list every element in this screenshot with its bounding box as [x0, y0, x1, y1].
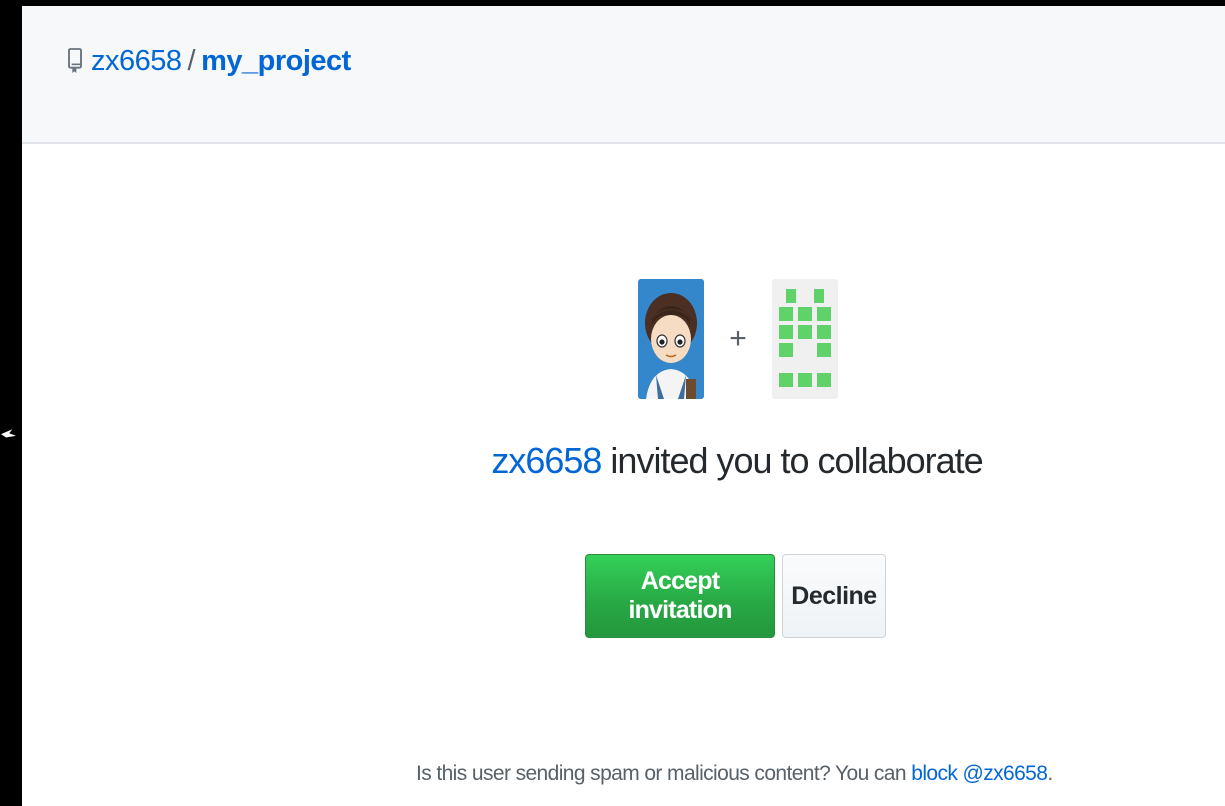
- decline-button[interactable]: Decline: [782, 554, 886, 638]
- repo-identicon: [772, 279, 838, 399]
- invitation-message: zx6658 invited you to collaborate: [22, 440, 1225, 482]
- invitation-actions: Accept invitation Decline: [585, 554, 886, 638]
- repo-link[interactable]: my_project: [201, 44, 351, 78]
- spam-note-suffix: .: [1047, 762, 1053, 785]
- page: zx6658 / my_project + zx6658 invited you…: [22, 6, 1225, 806]
- inviter-link[interactable]: zx6658: [491, 440, 602, 481]
- breadcrumb: zx6658 / my_project: [67, 44, 351, 78]
- avatar-pair: +: [638, 279, 838, 399]
- cursor-icon: [0, 427, 20, 439]
- repo-header: zx6658 / my_project: [22, 6, 1225, 144]
- spam-note-text: Is this user sending spam or malicious c…: [416, 762, 907, 785]
- repo-icon: [68, 48, 82, 73]
- user-avatar[interactable]: [638, 279, 704, 399]
- spam-note: Is this user sending spam or malicious c…: [416, 762, 1053, 786]
- invitation-text: invited you to collaborate: [610, 440, 983, 481]
- plus-sign: +: [729, 322, 747, 355]
- block-user-link[interactable]: block @zx6658: [911, 762, 1048, 785]
- breadcrumb-separator: /: [187, 45, 196, 77]
- owner-link[interactable]: zx6658: [91, 44, 182, 78]
- accept-invitation-button[interactable]: Accept invitation: [585, 554, 775, 638]
